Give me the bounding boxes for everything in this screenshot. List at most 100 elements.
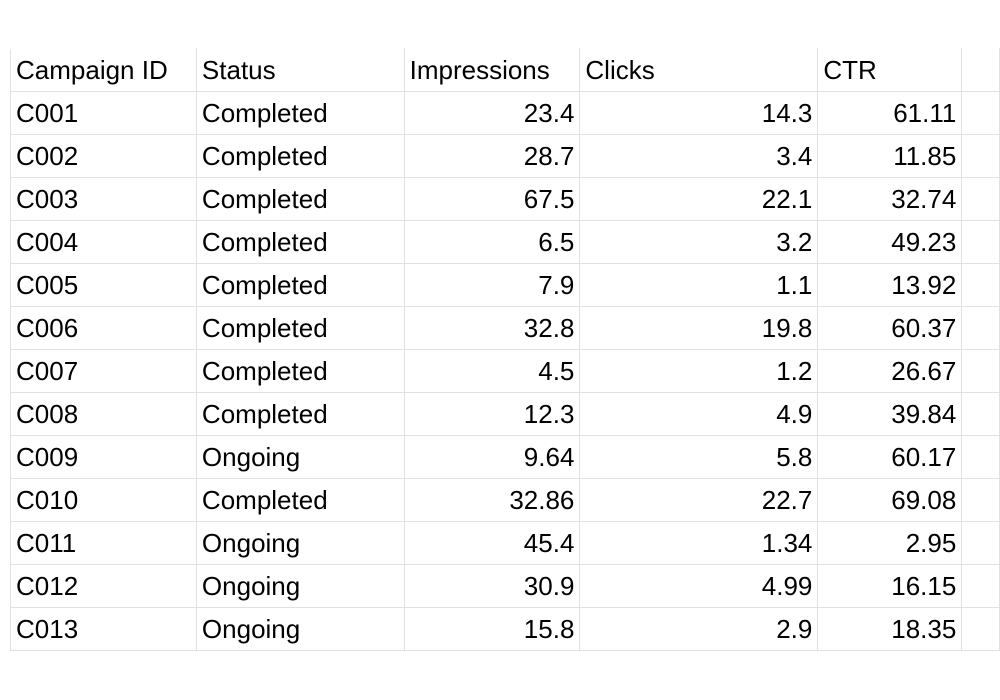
cell-campaign-id[interactable]: C004 — [10, 220, 197, 264]
header-cell-impressions[interactable]: Impressions — [404, 48, 581, 92]
cell-clicks[interactable]: 4.9 — [579, 392, 819, 436]
cell-clicks[interactable]: 2.9 — [579, 607, 819, 651]
cell-impressions[interactable]: 4.5 — [404, 349, 581, 393]
cell-status[interactable]: Completed — [196, 263, 405, 307]
cell-clicks[interactable]: 22.7 — [579, 478, 819, 522]
cell-campaign-id[interactable]: C013 — [10, 607, 197, 651]
cell-ctr[interactable]: 2.95 — [817, 521, 963, 565]
cell-campaign-id[interactable]: C002 — [10, 134, 197, 178]
cell-ctr[interactable]: 11.85 — [817, 134, 963, 178]
cell-status[interactable]: Ongoing — [196, 564, 405, 608]
cell-status[interactable]: Completed — [196, 349, 405, 393]
cell-impressions[interactable]: 32.86 — [404, 478, 581, 522]
data-table: Campaign ID Status Impressions Clicks CT… — [10, 48, 1000, 651]
cell-impressions[interactable]: 28.7 — [404, 134, 581, 178]
cell-status[interactable]: Ongoing — [196, 607, 405, 651]
cell-next[interactable] — [961, 392, 1000, 436]
cell-ctr[interactable]: 60.17 — [817, 435, 963, 479]
header-cell-clicks[interactable]: Clicks — [579, 48, 819, 92]
cell-clicks[interactable]: 19.8 — [579, 306, 819, 350]
cell-clicks[interactable]: 22.1 — [579, 177, 819, 221]
table-row: C012 Ongoing 30.9 4.99 16.15 — [10, 564, 1000, 608]
cell-impressions[interactable]: 30.9 — [404, 564, 581, 608]
cell-ctr[interactable]: 49.23 — [817, 220, 963, 264]
cell-ctr[interactable]: 16.15 — [817, 564, 963, 608]
cell-ctr[interactable]: 18.35 — [817, 607, 963, 651]
cell-status[interactable]: Completed — [196, 306, 405, 350]
cell-status[interactable]: Completed — [196, 478, 405, 522]
cell-impressions[interactable]: 45.4 — [404, 521, 581, 565]
cell-ctr[interactable]: 61.11 — [817, 91, 963, 135]
table-row: C007 Completed 4.5 1.2 26.67 — [10, 349, 1000, 393]
table-row: C009 Ongoing 9.64 5.8 60.17 — [10, 435, 1000, 479]
header-cell-next[interactable] — [961, 48, 1000, 92]
cell-next[interactable] — [961, 220, 1000, 264]
cell-next[interactable] — [961, 91, 1000, 135]
cell-next[interactable] — [961, 306, 1000, 350]
cell-impressions[interactable]: 12.3 — [404, 392, 581, 436]
cell-campaign-id[interactable]: C010 — [10, 478, 197, 522]
cell-next[interactable] — [961, 134, 1000, 178]
cell-clicks[interactable]: 3.4 — [579, 134, 819, 178]
cell-next[interactable] — [961, 263, 1000, 307]
table-row: C013 Ongoing 15.8 2.9 18.35 — [10, 607, 1000, 651]
table-row: C010 Completed 32.86 22.7 69.08 — [10, 478, 1000, 522]
cell-ctr[interactable]: 26.67 — [817, 349, 963, 393]
cell-campaign-id[interactable]: C006 — [10, 306, 197, 350]
table-row: C001 Completed 23.4 14.3 61.11 — [10, 91, 1000, 135]
cell-ctr[interactable]: 13.92 — [817, 263, 963, 307]
cell-impressions[interactable]: 6.5 — [404, 220, 581, 264]
cell-status[interactable]: Ongoing — [196, 435, 405, 479]
cell-next[interactable] — [961, 349, 1000, 393]
cell-clicks[interactable]: 4.99 — [579, 564, 819, 608]
table-row: C008 Completed 12.3 4.9 39.84 — [10, 392, 1000, 436]
cell-campaign-id[interactable]: C011 — [10, 521, 197, 565]
cell-impressions[interactable]: 67.5 — [404, 177, 581, 221]
cell-campaign-id[interactable]: C007 — [10, 349, 197, 393]
cell-status[interactable]: Completed — [196, 220, 405, 264]
cell-impressions[interactable]: 15.8 — [404, 607, 581, 651]
cell-clicks[interactable]: 3.2 — [579, 220, 819, 264]
cell-status[interactable]: Completed — [196, 91, 405, 135]
cell-clicks[interactable]: 1.2 — [579, 349, 819, 393]
cell-impressions[interactable]: 7.9 — [404, 263, 581, 307]
header-cell-campaign-id[interactable]: Campaign ID — [10, 48, 197, 92]
cell-next[interactable] — [961, 564, 1000, 608]
cell-status[interactable]: Completed — [196, 177, 405, 221]
cell-status[interactable]: Completed — [196, 134, 405, 178]
cell-campaign-id[interactable]: C009 — [10, 435, 197, 479]
cell-campaign-id[interactable]: C003 — [10, 177, 197, 221]
header-row: Campaign ID Status Impressions Clicks CT… — [10, 48, 1000, 92]
cell-next[interactable] — [961, 478, 1000, 522]
cell-next[interactable] — [961, 435, 1000, 479]
cell-status[interactable]: Completed — [196, 392, 405, 436]
cell-next[interactable] — [961, 521, 1000, 565]
cell-impressions[interactable]: 32.8 — [404, 306, 581, 350]
spreadsheet-grid: Campaign ID Status Impressions Clicks CT… — [0, 0, 1000, 700]
cell-campaign-id[interactable]: C001 — [10, 91, 197, 135]
table-row: C003 Completed 67.5 22.1 32.74 — [10, 177, 1000, 221]
cell-ctr[interactable]: 60.37 — [817, 306, 963, 350]
table-row: C006 Completed 32.8 19.8 60.37 — [10, 306, 1000, 350]
table-row: C004 Completed 6.5 3.2 49.23 — [10, 220, 1000, 264]
cell-clicks[interactable]: 5.8 — [579, 435, 819, 479]
cell-clicks[interactable]: 1.34 — [579, 521, 819, 565]
cell-ctr[interactable]: 32.74 — [817, 177, 963, 221]
header-cell-status[interactable]: Status — [196, 48, 405, 92]
cell-ctr[interactable]: 39.84 — [817, 392, 963, 436]
cell-campaign-id[interactable]: C005 — [10, 263, 197, 307]
cell-ctr[interactable]: 69.08 — [817, 478, 963, 522]
cell-next[interactable] — [961, 607, 1000, 651]
table-row: C002 Completed 28.7 3.4 11.85 — [10, 134, 1000, 178]
header-cell-ctr[interactable]: CTR — [817, 48, 963, 92]
cell-clicks[interactable]: 1.1 — [579, 263, 819, 307]
cell-next[interactable] — [961, 177, 1000, 221]
cell-status[interactable]: Ongoing — [196, 521, 405, 565]
table-row: C011 Ongoing 45.4 1.34 2.95 — [10, 521, 1000, 565]
cell-campaign-id[interactable]: C008 — [10, 392, 197, 436]
cell-impressions[interactable]: 9.64 — [404, 435, 581, 479]
cell-impressions[interactable]: 23.4 — [404, 91, 581, 135]
cell-clicks[interactable]: 14.3 — [579, 91, 819, 135]
cell-campaign-id[interactable]: C012 — [10, 564, 197, 608]
table-row: C005 Completed 7.9 1.1 13.92 — [10, 263, 1000, 307]
